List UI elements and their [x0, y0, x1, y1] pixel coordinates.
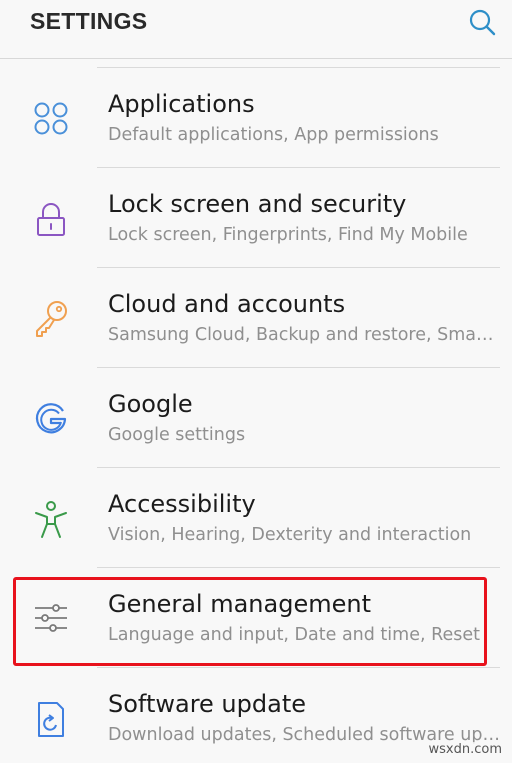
- settings-item-summary: Vision, Hearing, Dexterity and interacti…: [108, 525, 472, 545]
- settings-item-google[interactable]: Google Google settings: [0, 358, 512, 458]
- settings-list: Applications Default applications, App p…: [0, 58, 512, 758]
- settings-item-lock-screen[interactable]: Lock screen and security Lock screen, Fi…: [0, 158, 512, 258]
- divider: [97, 367, 500, 368]
- software-update-icon: [30, 698, 72, 740]
- settings-item-applications[interactable]: Applications Default applications, App p…: [0, 58, 512, 158]
- divider: [97, 667, 500, 668]
- settings-item-summary: Lock screen, Fingerprints, Find My Mobil…: [108, 225, 468, 245]
- settings-item-label: Google: [108, 390, 193, 418]
- settings-item-label: Cloud and accounts: [108, 290, 346, 318]
- divider: [97, 67, 500, 68]
- lock-icon: [30, 198, 72, 240]
- settings-item-general-management[interactable]: General management Language and input, D…: [0, 558, 512, 658]
- settings-screen: SETTINGS Applications Default applicatio…: [0, 0, 512, 763]
- apps-grid-icon: [30, 98, 72, 140]
- accessibility-icon: [30, 498, 72, 540]
- google-icon: [30, 398, 72, 440]
- settings-item-accessibility[interactable]: Accessibility Vision, Hearing, Dexterity…: [0, 458, 512, 558]
- settings-item-label: Lock screen and security: [108, 190, 407, 218]
- search-icon: [469, 9, 496, 36]
- settings-item-summary: Language and input, Date and time, Reset: [108, 625, 480, 645]
- page-title: SETTINGS: [30, 8, 148, 34]
- settings-item-summary: Default applications, App permissions: [108, 125, 439, 145]
- key-icon: [30, 298, 72, 340]
- settings-item-label: Software update: [108, 690, 306, 718]
- search-button[interactable]: [465, 6, 499, 40]
- watermark: wsxdn.com: [428, 742, 502, 757]
- app-bar: SETTINGS: [0, 0, 512, 59]
- divider: [97, 467, 500, 468]
- settings-item-label: General management: [108, 590, 371, 618]
- sliders-icon: [30, 598, 72, 640]
- settings-item-label: Accessibility: [108, 490, 256, 518]
- divider: [97, 567, 500, 568]
- settings-item-cloud-accounts[interactable]: Cloud and accounts Samsung Cloud, Backup…: [0, 258, 512, 358]
- divider: [97, 267, 500, 268]
- divider: [97, 167, 500, 168]
- settings-item-summary: Google settings: [108, 425, 246, 445]
- settings-item-summary: Samsung Cloud, Backup and restore, Smart…: [108, 325, 500, 345]
- settings-item-label: Applications: [108, 90, 255, 118]
